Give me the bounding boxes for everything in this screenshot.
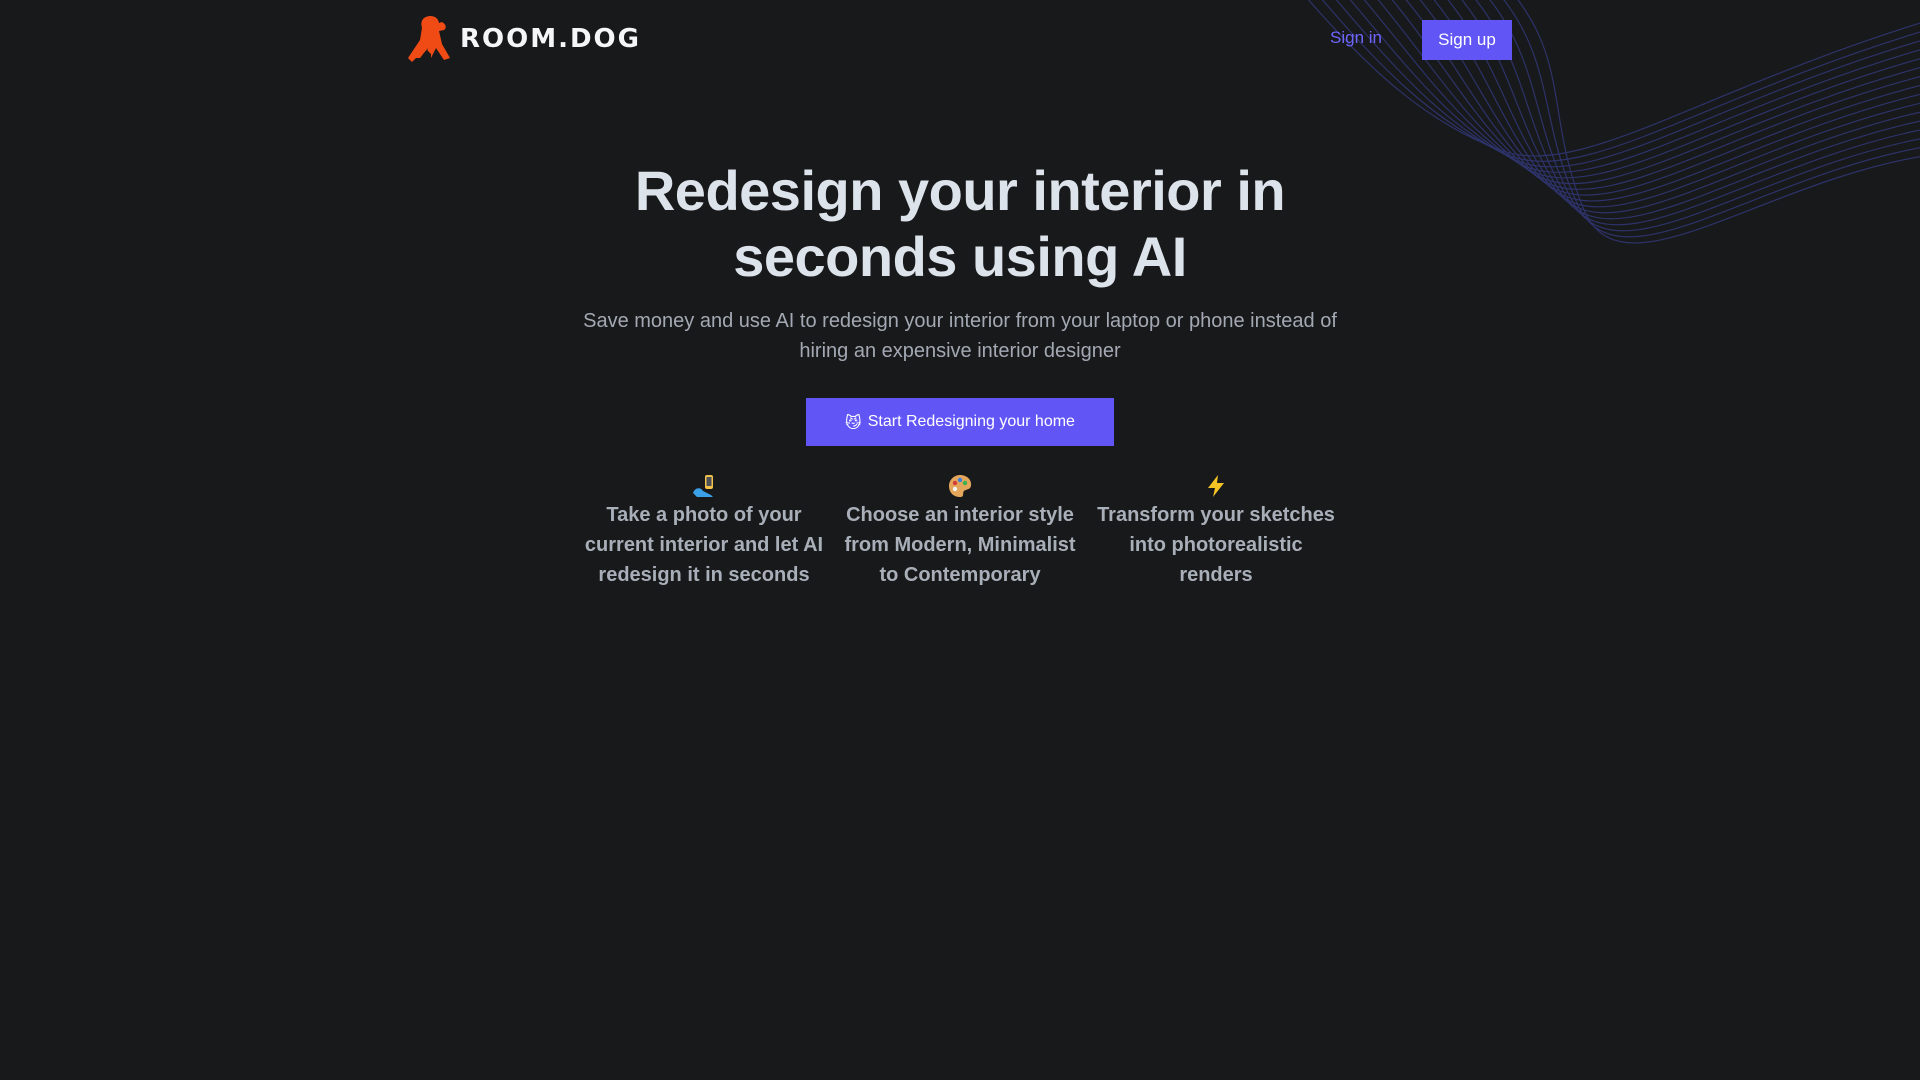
cta-label: Start Redesigning your home (867, 413, 1075, 430)
feature-list: Take a photo of your current interior an… (576, 472, 1344, 590)
selfie-phone-icon (693, 475, 713, 497)
feature-item: Take a photo of your current interior an… (576, 472, 832, 590)
feature-item: Transform your sketches into photorealis… (1088, 472, 1344, 590)
feature-text: Choose an interior style from Modern, Mi… (844, 504, 1076, 586)
palette-icon (949, 475, 972, 497)
landing-page: ROOM.DOG Sign in Sign up Redesign your i… (0, 0, 1920, 1080)
hero-subtitle: Save money and use AI to redesign your i… (583, 310, 1337, 362)
dog-house-logo-icon (408, 15, 450, 63)
hero-title: Redesign your interior in seconds using … (634, 159, 1286, 288)
brand-logo-link[interactable]: ROOM.DOG (406, 14, 641, 64)
top-nav: ROOM.DOG Sign in Sign up (0, 0, 1920, 80)
cat-face-icon: 😼 (845, 412, 862, 432)
sign-in-link[interactable]: Sign in (1330, 28, 1382, 48)
lightning-icon (1208, 475, 1224, 497)
start-redesigning-button[interactable]: 😼 Start Redesigning your home (806, 398, 1114, 446)
brand-name: ROOM.DOG (460, 24, 642, 54)
feature-item: Choose an interior style from Modern, Mi… (832, 472, 1088, 590)
feature-text: Transform your sketches into photorealis… (1097, 504, 1335, 586)
feature-text: Take a photo of your current interior an… (584, 504, 824, 586)
sign-up-button[interactable]: Sign up (1422, 20, 1512, 60)
